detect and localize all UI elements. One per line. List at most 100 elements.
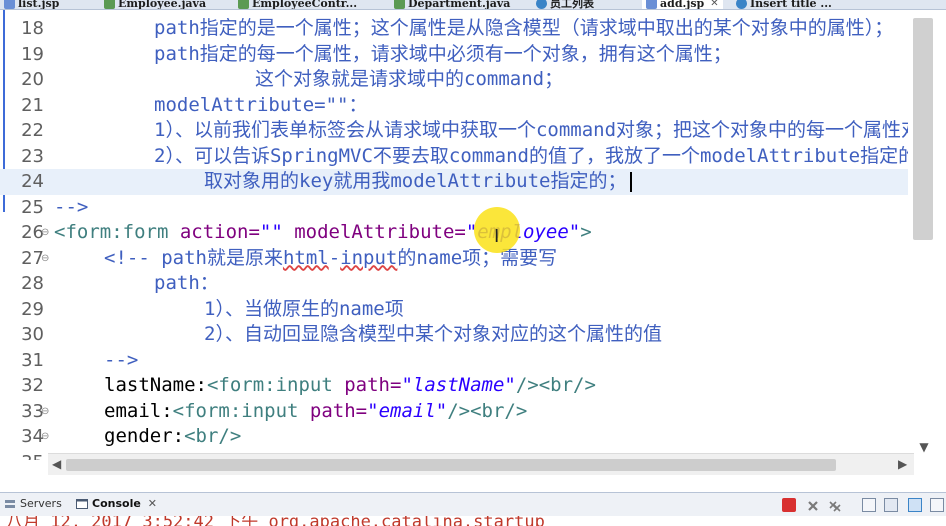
field-label: email:: [104, 399, 173, 422]
code-line-22[interactable]: 22 1）、以前我们表单标签会从请求域中获取一个command对象；把这个对象中…: [0, 118, 946, 144]
pin-console-icon[interactable]: [908, 498, 922, 512]
line-number: 18: [21, 18, 44, 39]
comment-text: path指定的是一个属性；这个属性是从隐含模型（请求域中取出的某个对象中的属性）…: [154, 17, 894, 39]
line-number: 27: [21, 247, 44, 269]
tab-console[interactable]: Console ✕: [76, 497, 157, 510]
remove-all-icon[interactable]: [828, 498, 842, 512]
code-line-18[interactable]: 18 path指定的是一个属性；这个属性是从隐含模型（请求域中取出的某个对象中的…: [0, 16, 908, 42]
attribute-value: "": [259, 221, 283, 243]
vertical-scroll-thumb[interactable]: [913, 18, 933, 240]
code-line-28[interactable]: 28 path：: [0, 271, 908, 297]
code-line-24[interactable]: 24 取对象用的key就用我modelAttribute指定的；: [0, 169, 908, 195]
close-icon[interactable]: ✕: [148, 497, 157, 510]
code-line-34[interactable]: 34 ⊖ gender:<br/>: [0, 424, 908, 450]
fold-toggle-icon[interactable]: ⊖: [41, 399, 49, 425]
tab-employee-list-browser[interactable]: 员工列表: [536, 0, 594, 10]
editor-tab-strip: list.jsp Employee.java EmployeeContr... …: [0, 0, 946, 10]
attribute-name: modelAttribute=: [282, 221, 466, 243]
close-icon[interactable]: ✕: [710, 0, 718, 9]
tab-label: Console: [92, 497, 141, 510]
tab-label: EmployeeContr...: [252, 0, 358, 10]
servers-icon: [5, 499, 15, 508]
tab-insert-title-browser[interactable]: Insert title ...: [736, 0, 832, 10]
line-number: 35: [14, 450, 44, 461]
scroll-down-arrow-icon[interactable]: ▼: [916, 440, 932, 456]
tag-name: <form:form: [54, 221, 169, 243]
tag-tail: /><br/>: [515, 374, 596, 396]
attribute-name: path=: [298, 399, 368, 422]
comment-end: -->: [54, 195, 89, 218]
open-console-icon[interactable]: [930, 498, 944, 512]
line-number: 20: [21, 69, 44, 90]
tab-employee-java[interactable]: Employee.java: [104, 0, 207, 10]
code-line-20[interactable]: 20 这个对象就是请求域中的command；: [0, 67, 908, 93]
attribute-value: "lastName": [401, 374, 516, 396]
tab-label: Employee.java: [118, 0, 207, 10]
code-line-25[interactable]: 25 -->: [0, 195, 908, 221]
vertical-scrollbar[interactable]: ▼: [908, 10, 946, 460]
field-label: gender:: [104, 425, 185, 447]
line-number: 34: [21, 426, 44, 447]
java-file-icon: [104, 0, 115, 9]
code-editor[interactable]: 18 path指定的是一个属性；这个属性是从隐含模型（请求域中取出的某个对象中的…: [0, 10, 946, 460]
tab-label: 员工列表: [550, 0, 594, 10]
console-output[interactable]: 八月 12, 2017 3:52:42 下午 org.apache.catali…: [0, 516, 946, 526]
tab-department-java[interactable]: Department.java: [394, 0, 511, 10]
comment-text: 这个对象就是请求域中的command；: [255, 68, 564, 90]
scroll-right-arrow-icon[interactable]: ▶: [898, 457, 907, 471]
tab-employee-controller[interactable]: EmployeeContr...: [238, 0, 358, 10]
comment-text: path指定的每一个属性，请求域中必须有一个对象，拥有这个属性；: [154, 42, 732, 65]
code-line-29[interactable]: 29 1）、当做原生的name项: [0, 297, 908, 323]
code-line-32[interactable]: 32 lastName:<form:input path="lastName"/…: [0, 373, 908, 399]
line-number: 28: [21, 273, 44, 294]
tab-add-jsp[interactable]: add.jsp ✕: [642, 0, 723, 10]
line-number: 24: [21, 171, 44, 192]
code-line-31[interactable]: 31 -->: [0, 348, 908, 374]
code-line-30[interactable]: 30 2）、自动回显隐含模型中某个对象对应的这个属性的值: [0, 322, 908, 348]
jsp-file-icon: [646, 0, 657, 9]
ibeam-cursor-icon: I: [494, 226, 500, 247]
clear-console-icon[interactable]: [862, 498, 876, 512]
comment-end: -->: [104, 348, 139, 371]
code-line-21[interactable]: 21 modelAttribute=""：: [0, 93, 908, 119]
fold-toggle-icon[interactable]: ⊖: [41, 220, 49, 246]
line-number: 23: [21, 145, 44, 167]
browser-icon: [736, 0, 747, 9]
remove-launch-icon[interactable]: [806, 498, 820, 512]
horizontal-scrollbar[interactable]: ◀ ▶: [48, 453, 914, 475]
tag-close: >: [580, 221, 592, 243]
comment-text: 1）、以前我们表单标签会从请求域中获取一个command对象；把这个对象中的每一…: [154, 119, 946, 141]
code-line-27[interactable]: 27 ⊖ <!-- path就是原来html-input的name项；需要写: [0, 246, 908, 272]
scroll-lock-icon[interactable]: [884, 498, 898, 512]
tab-label: add.jsp: [660, 0, 705, 10]
horizontal-scroll-thumb[interactable]: [66, 459, 836, 471]
code-line-19[interactable]: 19 path指定的每一个属性，请求域中必须有一个对象，拥有这个属性；: [0, 42, 908, 68]
tab-servers[interactable]: Servers: [4, 497, 62, 510]
code-line-33[interactable]: 33 ⊖ email:<form:input path="email"/><br…: [0, 399, 908, 425]
comment-text: 1）、当做原生的name项: [204, 297, 404, 320]
text-caret: [630, 171, 633, 192]
form-input-line: gender:<br/>: [104, 424, 241, 450]
tab-list-jsp[interactable]: list.jsp: [4, 0, 59, 9]
line-number: 29: [21, 298, 44, 320]
comment-part: <!-- path就是原来: [104, 246, 283, 269]
tab-label: Insert title ...: [750, 0, 832, 10]
scroll-left-arrow-icon[interactable]: ◀: [52, 457, 61, 471]
terminate-icon[interactable]: [782, 498, 796, 512]
line-number: 32: [21, 375, 44, 396]
attribute-name: action=: [168, 221, 260, 243]
browser-icon: [536, 0, 547, 9]
attribute-name: path=: [332, 374, 402, 396]
tab-label: Department.java: [408, 0, 511, 10]
line-number: 22: [21, 120, 44, 141]
fold-toggle-icon[interactable]: ⊖: [41, 424, 49, 450]
comment-text: 2）、可以告诉SpringMVC不要去取command的值了，我放了一个mode…: [154, 144, 918, 167]
fold-toggle-icon[interactable]: ⊖: [41, 246, 49, 272]
tag-tail: /><br/>: [447, 399, 528, 422]
tab-label: Servers: [20, 497, 62, 510]
code-line-23[interactable]: 23 2）、可以告诉SpringMVC不要去取command的值了，我放了一个m…: [0, 144, 917, 170]
line-number: 31: [21, 349, 44, 371]
line-number: 33: [21, 400, 44, 422]
code-line-26[interactable]: 26 ⊖ <form:form action="" modelAttribute…: [0, 220, 908, 246]
form-input-line: email:<form:input path="email"/><br/>: [104, 399, 527, 425]
